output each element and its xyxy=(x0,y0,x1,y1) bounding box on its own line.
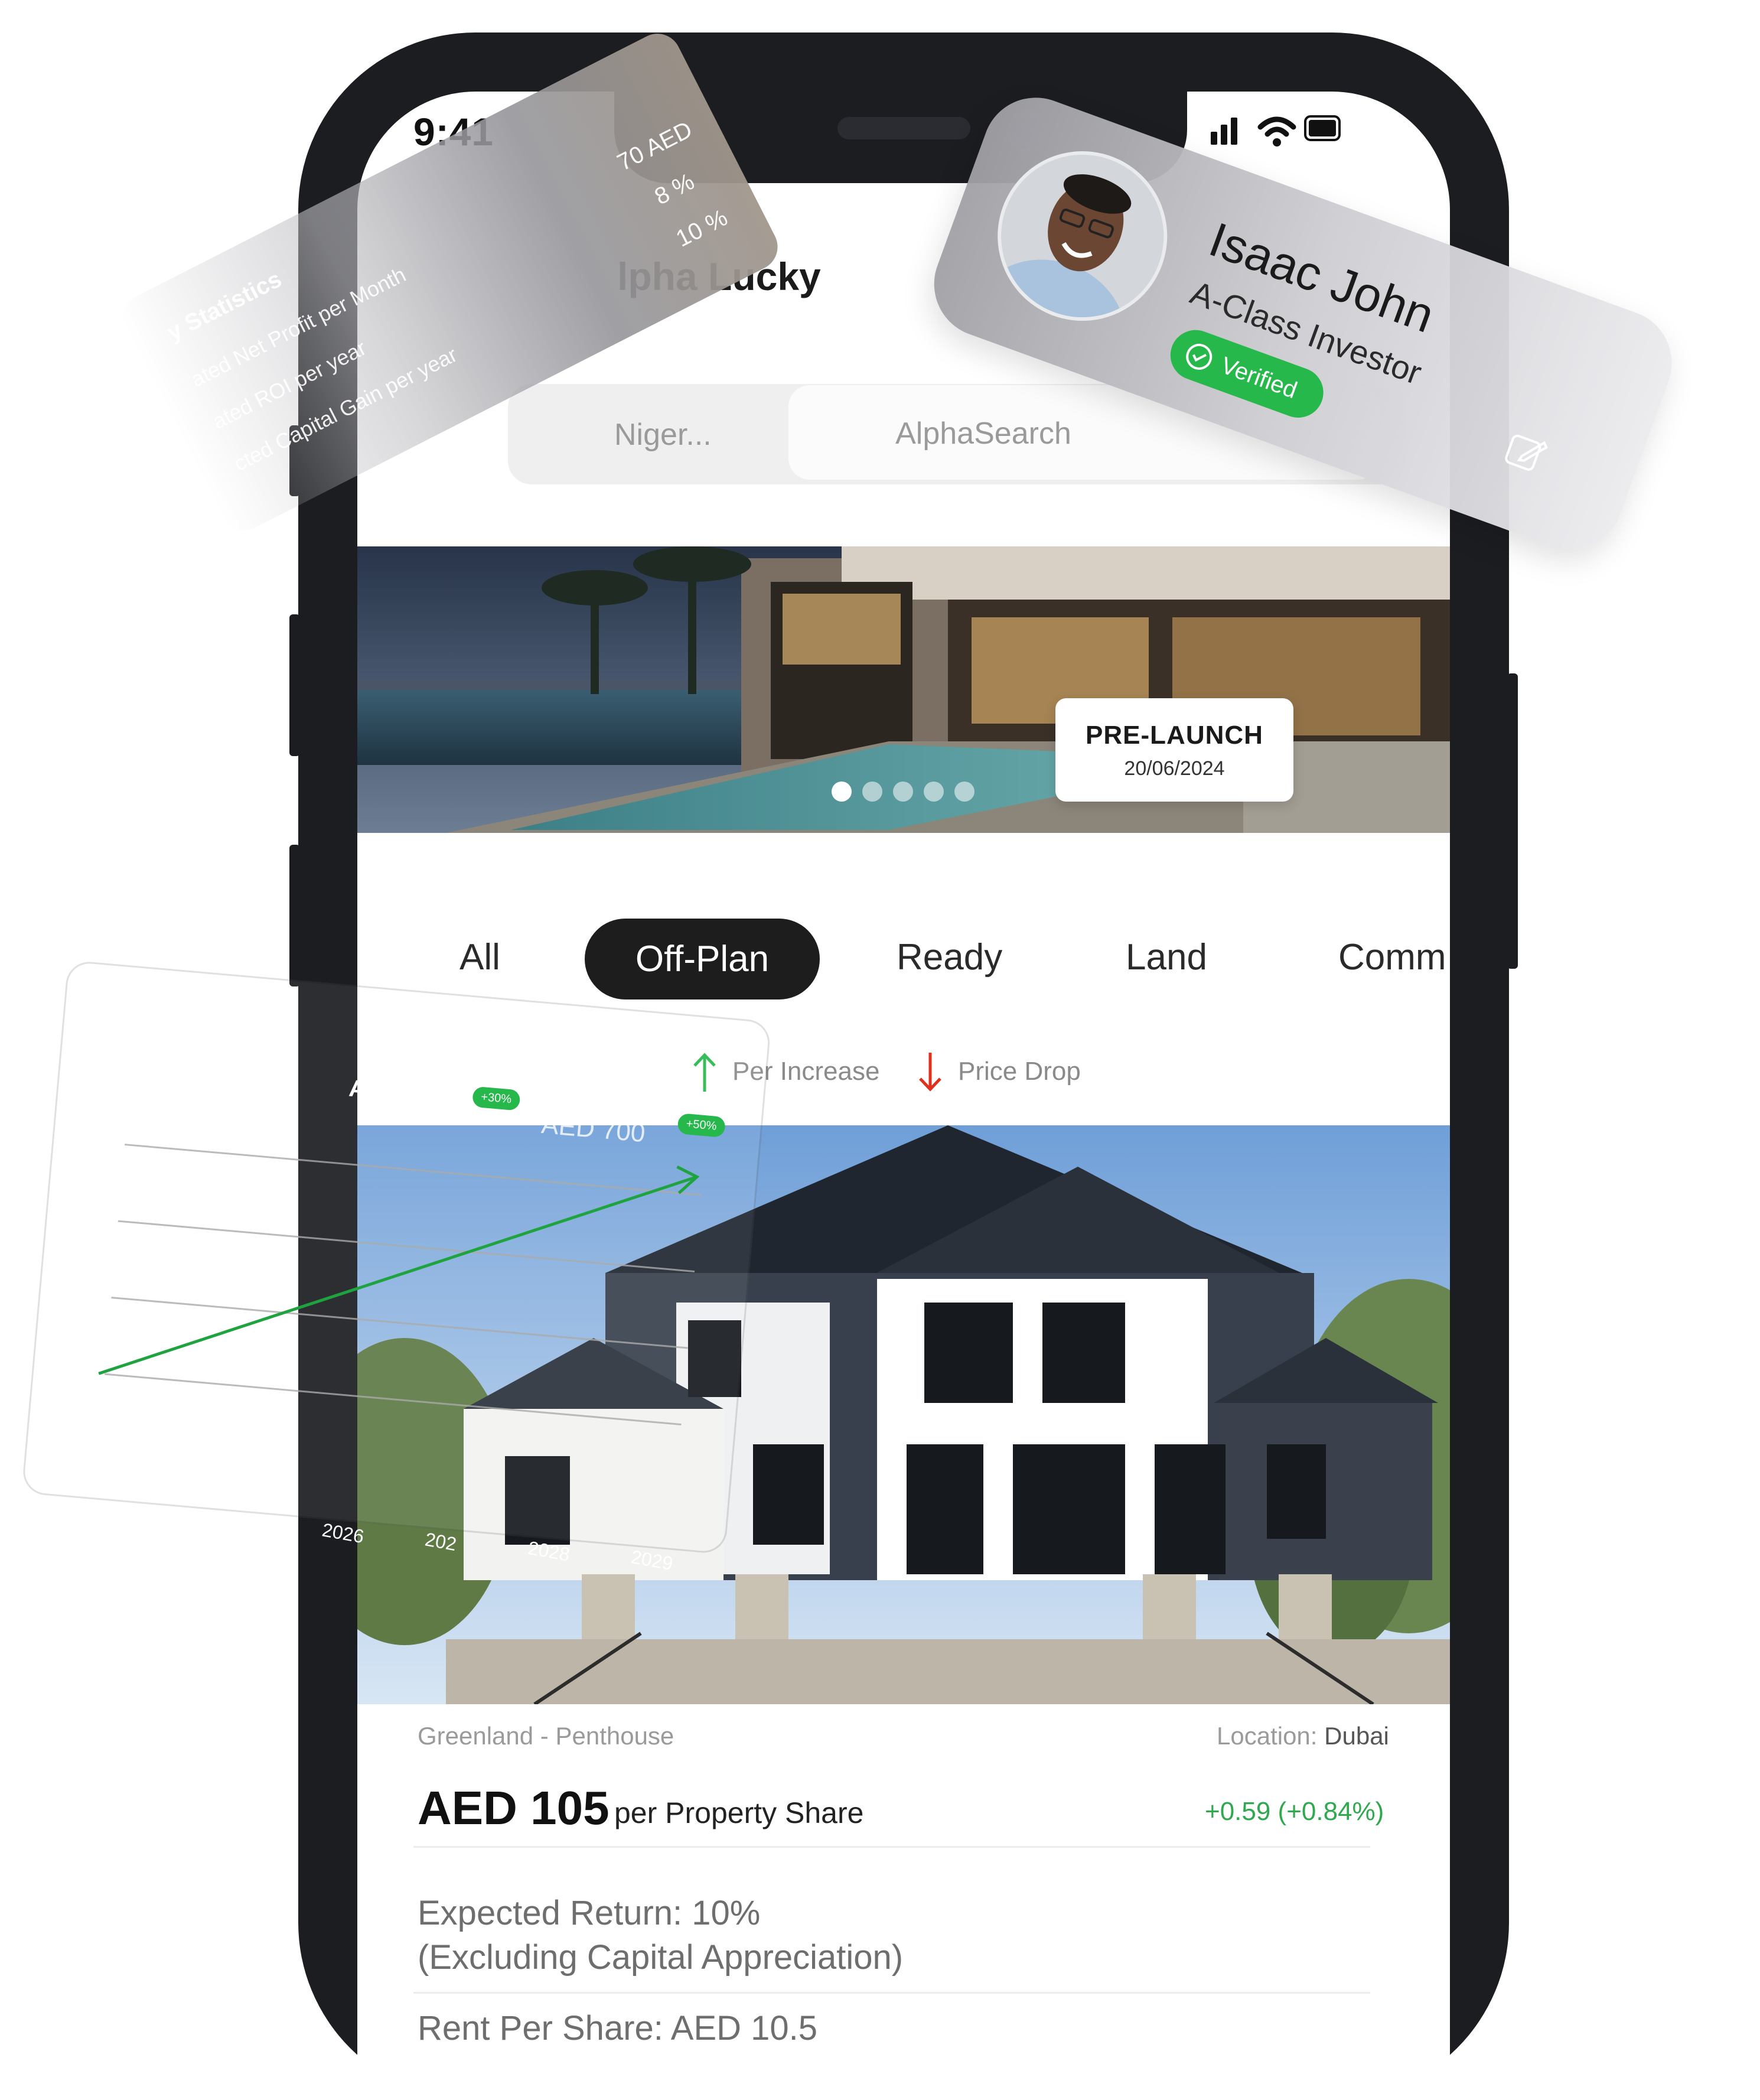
carousel-dots xyxy=(832,782,974,805)
divider xyxy=(413,1846,1370,1848)
avatar xyxy=(973,127,1191,345)
rent-per-share: Rent Per Share: AED 10.5 xyxy=(418,2009,818,2047)
price-growth-chart-card: A AED 700 +30% +50% 2026 202 2028 2029 xyxy=(21,960,772,1574)
stats-row-value: 8 % xyxy=(650,168,699,210)
wifi-icon xyxy=(1257,116,1296,146)
carousel-dot[interactable] xyxy=(893,782,913,802)
badge-date: 20/06/2024 xyxy=(1124,757,1225,780)
location-selector[interactable]: Niger... xyxy=(614,417,712,452)
arrow-down-icon xyxy=(919,1053,941,1092)
carousel-dot[interactable] xyxy=(924,782,944,802)
expected-return-note: (Excluding Capital Appreciation) xyxy=(418,1938,904,1977)
location-value: Dubai xyxy=(1324,1722,1389,1750)
tab-off-plan[interactable]: Off-Plan xyxy=(585,919,820,999)
property-location: Location: Dubai xyxy=(1217,1722,1389,1750)
property-title: Greenland - Penthouse xyxy=(418,1722,674,1750)
gridline xyxy=(124,1144,702,1196)
phone-volume-down xyxy=(289,845,300,986)
price-unit: per Property Share xyxy=(614,1796,864,1829)
phone-volume-up xyxy=(289,614,300,756)
battery-icon xyxy=(1304,115,1341,141)
badge-title: PRE-LAUNCH xyxy=(1086,721,1263,750)
stats-row-value: 10 % xyxy=(672,204,732,252)
edit-icon[interactable] xyxy=(1500,425,1553,478)
divider xyxy=(413,1992,1370,1994)
search-placeholder: AlphaSearch xyxy=(895,416,1071,451)
tab-commercial[interactable]: Comm xyxy=(1338,936,1446,978)
check-circle-icon xyxy=(1186,343,1213,370)
verified-label: Verified xyxy=(1217,352,1301,404)
price-change: +0.59 (+0.84%) xyxy=(1205,1797,1384,1826)
carousel-dot[interactable] xyxy=(954,782,974,802)
phone-power-button xyxy=(1507,673,1518,969)
gridline xyxy=(118,1220,695,1272)
carousel-dot[interactable] xyxy=(832,782,852,802)
legend-drop-label: Price Drop xyxy=(958,1057,1081,1086)
location-label: Location: xyxy=(1217,1722,1318,1750)
growth-trend-line xyxy=(98,1175,698,1375)
status-icons xyxy=(1211,115,1341,146)
avatar-photo xyxy=(973,132,1187,345)
share-price: AED 105 xyxy=(418,1782,610,1834)
chart-gridlines xyxy=(105,1144,702,1425)
stats-row-value: 70 AED xyxy=(613,116,697,176)
legend-drop: Price Drop xyxy=(915,1050,1081,1093)
tab-all[interactable]: All xyxy=(459,936,500,978)
signal-icon xyxy=(1211,118,1237,145)
tab-land[interactable]: Land xyxy=(1126,936,1207,978)
tab-ready[interactable]: Ready xyxy=(897,936,1002,978)
earpiece-speaker xyxy=(837,117,970,139)
gridline xyxy=(105,1373,682,1425)
expected-return: Expected Return: 10% xyxy=(418,1894,761,1932)
growth-chart xyxy=(98,1144,702,1425)
carousel-dot[interactable] xyxy=(862,782,882,802)
